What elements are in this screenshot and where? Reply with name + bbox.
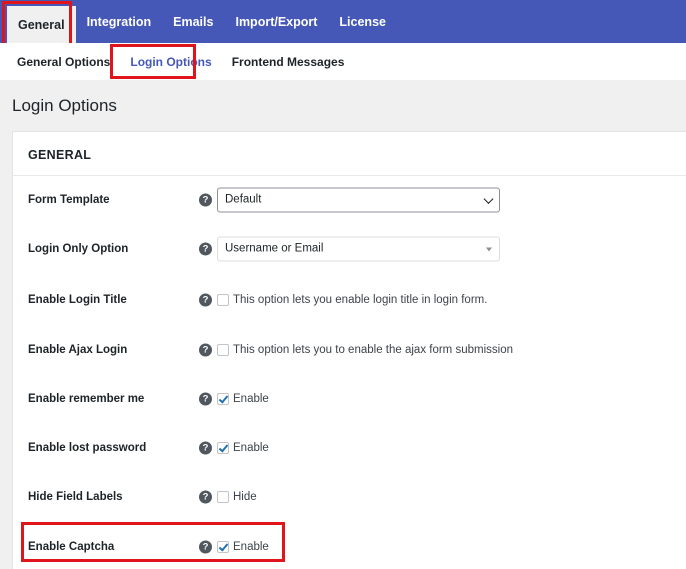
enable-captcha-text: Enable [233,541,269,553]
subtab-general-options[interactable]: General Options [11,55,116,69]
caret-down-icon [486,247,492,252]
enable-remember-me-label: Enable remember me [28,393,145,405]
enable-login-title-text: This option lets you enable login title … [233,294,488,306]
enable-remember-me-text: Enable [233,393,269,405]
checkmark-icon [218,442,229,453]
tab-integration[interactable]: Integration [76,0,163,43]
row-enable-login-title: Enable Login Title ? This option lets yo… [13,285,686,315]
login-only-option-label: Login Only Option [28,243,129,255]
top-nav: General Integration Emails Import/Export… [0,0,686,43]
tab-general[interactable]: General [7,6,76,43]
page-title: Login Options [12,96,117,115]
enable-ajax-login-text: This option lets you to enable the ajax … [233,344,513,356]
enable-remember-me-checkbox[interactable] [217,393,229,405]
checkmark-icon [218,393,229,404]
settings-panel: GENERAL Form Template ? Default Login On… [12,131,686,569]
row-login-only-option: Login Only Option ? Username or Email [13,234,686,264]
help-icon[interactable]: ? [199,441,212,455]
row-enable-ajax-login: Enable Ajax Login ? This option lets you… [13,335,686,365]
row-form-template: Form Template ? Default [13,185,686,215]
enable-ajax-login-label: Enable Ajax Login [28,344,128,356]
enable-login-title-label: Enable Login Title [28,294,127,306]
enable-captcha-label: Enable Captcha [28,541,115,553]
form-template-select[interactable]: Default [217,187,500,213]
section-divider [13,175,686,176]
enable-login-title-checkbox[interactable] [217,294,229,306]
help-icon[interactable]: ? [199,242,212,256]
help-icon[interactable]: ? [199,540,212,554]
enable-ajax-login-checkbox[interactable] [217,344,229,356]
help-icon[interactable]: ? [199,293,212,307]
chevron-down-icon [483,194,494,204]
hide-field-labels-text: Hide [233,491,257,503]
login-only-option-value: Username or Email [225,242,324,255]
row-enable-captcha: Enable Captcha ? Enable [13,532,686,562]
sub-nav: General Options Login Options Frontend M… [0,43,686,80]
hide-field-labels-label: Hide Field Labels [28,491,123,503]
help-icon[interactable]: ? [199,343,212,357]
help-icon[interactable]: ? [199,392,212,406]
help-icon[interactable]: ? [199,193,212,207]
row-enable-lost-password: Enable lost password ? Enable [13,433,686,463]
section-title: GENERAL [28,148,92,162]
login-only-option-select[interactable]: Username or Email [217,236,500,262]
help-icon[interactable]: ? [199,490,212,504]
row-hide-field-labels: Hide Field Labels ? Hide [13,482,686,512]
tab-license[interactable]: License [328,0,397,43]
form-template-label: Form Template [28,194,110,206]
subtab-frontend-messages[interactable]: Frontend Messages [226,55,351,69]
row-enable-remember-me: Enable remember me ? Enable [13,384,686,414]
form-template-value: Default [225,193,262,206]
enable-lost-password-label: Enable lost password [28,442,147,454]
enable-lost-password-checkbox[interactable] [217,442,229,454]
enable-lost-password-text: Enable [233,442,269,454]
enable-captcha-checkbox[interactable] [217,541,229,553]
subtab-login-options[interactable]: Login Options [124,55,217,69]
hide-field-labels-checkbox[interactable] [217,491,229,503]
tab-import-export[interactable]: Import/Export [224,0,328,43]
tab-emails[interactable]: Emails [162,0,224,43]
checkmark-icon [218,541,229,552]
